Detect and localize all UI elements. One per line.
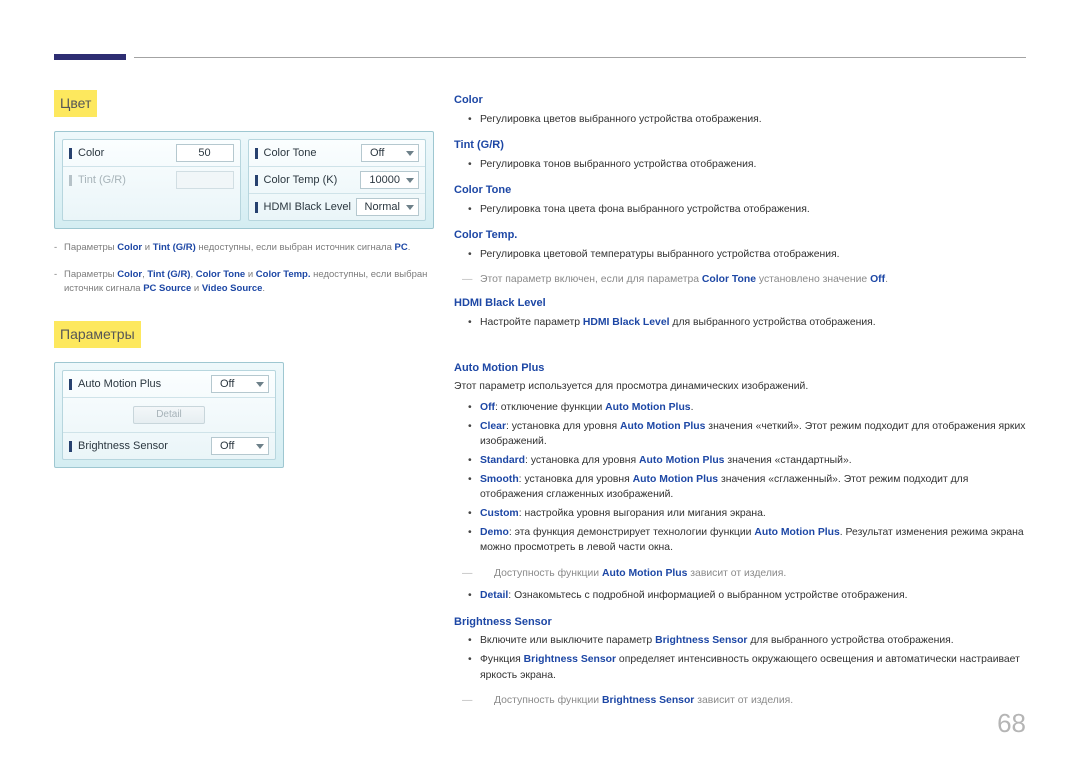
marker-icon — [69, 148, 72, 159]
row-color: Color 50 — [63, 140, 240, 166]
right-column: Color Регулировка цветов выбранного устр… — [454, 90, 1026, 716]
intro-amp: Этот параметр используется для просмотра… — [454, 379, 1026, 395]
page-content: Цвет Color 50 Tint (G/R) Color Tone Off — [54, 62, 1026, 739]
hdmibl-value: Normal — [365, 199, 400, 216]
amp-label: Auto Motion Plus — [78, 376, 161, 393]
params-panel: Auto Motion Plus Off Detail Brightness S… — [54, 362, 284, 468]
header-rule — [134, 57, 1026, 58]
header-accent — [54, 54, 126, 60]
marker-icon — [255, 148, 258, 159]
footnote-1: Параметры Color и Tint (G/R) недоступны,… — [54, 241, 434, 256]
row-colortemp: Color Temp (K) 10000 — [249, 166, 426, 193]
amp-smooth: Smooth: установка для уровня Auto Motion… — [454, 472, 1026, 503]
row-colortone: Color Tone Off — [249, 140, 426, 166]
marker-icon — [69, 175, 72, 186]
tint-value — [176, 171, 234, 189]
row-hdmibl: HDMI Black Level Normal — [249, 193, 426, 220]
desc-color: Регулировка цветов выбранного устройства… — [454, 112, 1026, 128]
chevron-down-icon — [406, 151, 414, 156]
heading-color: Color — [454, 92, 1026, 109]
tint-label: Tint (G/R) — [78, 172, 126, 189]
heading-amp: Auto Motion Plus — [454, 360, 1026, 377]
amp-dropdown[interactable]: Off — [211, 375, 269, 393]
colortone-value: Off — [370, 145, 384, 162]
page-number: 68 — [997, 704, 1026, 743]
heading-ctemp: Color Temp. — [454, 227, 1026, 244]
heading-bs: Brightness Sensor — [454, 614, 1026, 631]
heading-tint: Tint (G/R) — [454, 137, 1026, 154]
colortemp-value: 10000 — [369, 172, 400, 189]
chevron-down-icon — [256, 444, 264, 449]
marker-icon — [69, 441, 72, 452]
marker-icon — [69, 379, 72, 390]
hdmibl-label: HDMI Black Level — [264, 199, 351, 216]
bs-value: Off — [220, 438, 234, 455]
row-bs: Brightness Sensor Off — [63, 432, 275, 459]
hdmibl-dropdown[interactable]: Normal — [356, 198, 419, 216]
colortone-label: Color Tone — [264, 145, 317, 162]
chevron-down-icon — [406, 178, 414, 183]
desc-ctone: Регулировка тона цвета фона выбранного у… — [454, 202, 1026, 218]
bs-li1: Включите или выключите параметр Brightne… — [454, 633, 1026, 649]
row-tint: Tint (G/R) — [63, 166, 240, 193]
heading-ctone: Color Tone — [454, 182, 1026, 199]
marker-icon — [255, 202, 258, 213]
colortemp-label: Color Temp (K) — [264, 172, 338, 189]
color-label: Color — [78, 145, 104, 162]
heading-hbl: HDMI Black Level — [454, 295, 1026, 312]
amp-std: Standard: установка для уровня Auto Moti… — [454, 453, 1026, 469]
params-subpanel: Auto Motion Plus Off Detail Brightness S… — [62, 370, 276, 460]
marker-icon — [255, 175, 258, 186]
note-bs-avail: Доступность функции Brightness Sensor за… — [454, 693, 1026, 709]
row-detail-btn: Detail — [63, 397, 275, 432]
footnote-2: Параметры Color, Tint (G/R), Color Tone … — [54, 268, 434, 297]
amp-custom: Custom: настройка уровня выгорания или м… — [454, 506, 1026, 522]
bs-li2: Функция Brightness Sensor определяет инт… — [454, 652, 1026, 683]
amp-value: Off — [220, 376, 234, 393]
amp-demo: Demo: эта функция демонстрирует технолог… — [454, 525, 1026, 556]
desc-tint: Регулировка тонов выбранного устройства … — [454, 157, 1026, 173]
amp-detail: Detail: Ознакомьтесь с подробной информа… — [454, 588, 1026, 604]
color-panel: Color 50 Tint (G/R) Color Tone Off Color… — [54, 131, 434, 229]
desc-ctemp: Регулировка цветовой температуры выбранн… — [454, 247, 1026, 263]
color-subpanel-right: Color Tone Off Color Temp (K) 10000 HDMI… — [248, 139, 427, 221]
detail-button: Detail — [133, 406, 205, 424]
chevron-down-icon — [406, 205, 414, 210]
desc-hbl: Настройте параметр HDMI Black Level для … — [454, 315, 1026, 331]
chevron-down-icon — [256, 382, 264, 387]
note-ctemp: Этот параметр включен, если для параметр… — [454, 272, 1026, 288]
amp-clear: Clear: установка для уровня Auto Motion … — [454, 419, 1026, 450]
bs-dropdown[interactable]: Off — [211, 437, 269, 455]
row-amp: Auto Motion Plus Off — [63, 371, 275, 397]
color-value[interactable]: 50 — [176, 144, 234, 162]
left-column: Цвет Color 50 Tint (G/R) Color Tone Off — [54, 90, 434, 468]
colortone-dropdown[interactable]: Off — [361, 144, 419, 162]
color-subpanel-left: Color 50 Tint (G/R) — [62, 139, 241, 221]
colortemp-dropdown[interactable]: 10000 — [360, 171, 419, 189]
section-title-color: Цвет — [54, 90, 97, 117]
amp-off: Off: отключение функции Auto Motion Plus… — [454, 400, 1026, 416]
note-amp-avail: Доступность функции Auto Motion Plus зав… — [454, 566, 1026, 582]
bs-label: Brightness Sensor — [78, 438, 168, 455]
section-title-params: Параметры — [54, 321, 141, 348]
